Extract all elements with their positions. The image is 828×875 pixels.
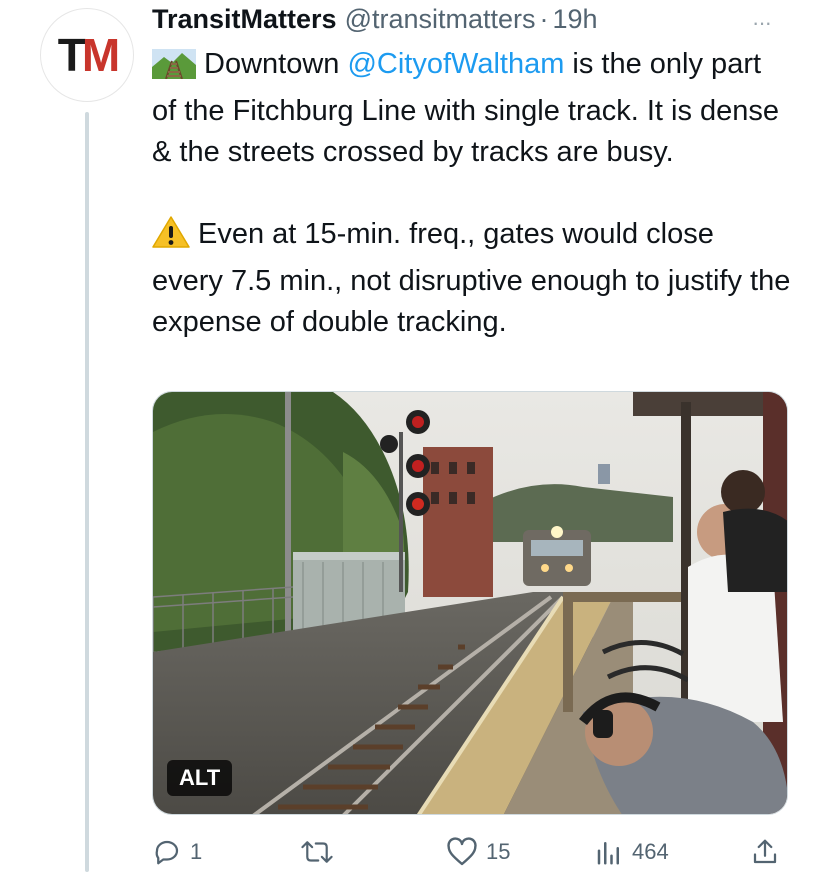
railway-track-icon: [152, 49, 196, 91]
more-options-icon[interactable]: ···: [752, 10, 772, 36]
views-chart-icon: [594, 837, 624, 867]
train-platform-photo: [153, 392, 787, 814]
share-button[interactable]: [750, 832, 780, 872]
timestamp[interactable]: 19h: [553, 4, 598, 35]
paragraph-2-text: Even at 15-min. freq., gates would close…: [152, 218, 791, 338]
tweet[interactable]: TM TransitMatters @transitmatters · 19h …: [0, 0, 828, 875]
warning-icon: [152, 215, 190, 261]
tweet-text: Downtown @CityofWaltham is the only part…: [152, 44, 792, 343]
avatar[interactable]: TM: [40, 8, 134, 102]
paragraph-2: Even at 15-min. freq., gates would close…: [152, 214, 792, 343]
like-count: 15: [486, 839, 511, 864]
action-bar: 1 15 464: [152, 832, 788, 872]
views-button[interactable]: 464: [594, 832, 669, 872]
reply-button[interactable]: 1: [152, 832, 202, 872]
separator-dot: ·: [539, 4, 549, 34]
avatar-logo: TM: [57, 29, 120, 81]
retweet-button[interactable]: [300, 832, 342, 872]
author-handle[interactable]: @transitmatters: [345, 4, 536, 35]
paragraph-1: Downtown @CityofWaltham is the only part…: [152, 44, 792, 173]
heart-icon: [446, 837, 478, 867]
retweet-icon: [300, 837, 334, 867]
paragraph-1-prefix: Downtown: [204, 48, 348, 80]
reply-icon: [152, 837, 182, 867]
share-icon: [750, 837, 780, 867]
reply-count: 1: [190, 839, 203, 864]
alt-text-button[interactable]: ALT: [167, 760, 233, 796]
views-count: 464: [632, 839, 669, 864]
tweet-header: TransitMatters @transitmatters · 19h: [152, 4, 598, 38]
like-button[interactable]: 15: [446, 832, 510, 872]
thread-line: [85, 112, 89, 872]
author-name[interactable]: TransitMatters: [152, 4, 337, 35]
tweet-photo[interactable]: ALT: [152, 391, 788, 815]
mention-link[interactable]: @CityofWaltham: [347, 48, 564, 80]
